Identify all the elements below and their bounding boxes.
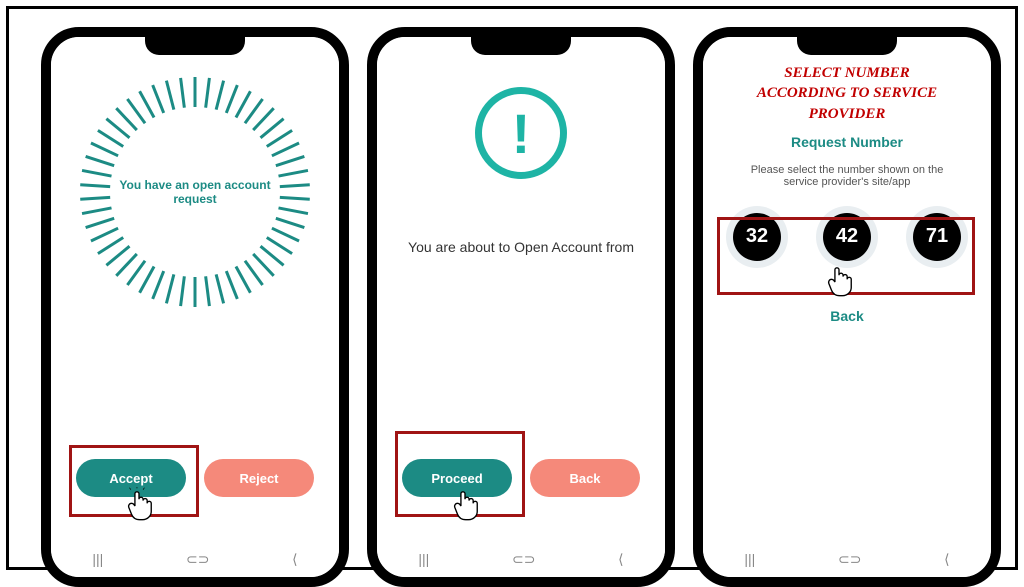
- nav-recent-icon[interactable]: |||: [744, 551, 755, 567]
- instruction-banner: SELECT NUMBER ACCORDING TO SERVICE PROVI…: [757, 63, 937, 124]
- nav-recent-icon[interactable]: |||: [418, 551, 429, 567]
- sunburst-ray: [85, 217, 114, 229]
- request-number-title: Request Number: [791, 134, 903, 150]
- android-nav-bar: ||| ⊂⊃ ⟨: [703, 547, 991, 571]
- sunburst-ray: [215, 274, 225, 304]
- sunburst-ray: [165, 80, 175, 110]
- sunburst-ray: [271, 142, 299, 157]
- phone-notch: [145, 37, 245, 55]
- outer-frame: KsaPoint KsaPoint KsaPoint KsaPoint KsaP…: [6, 6, 1018, 570]
- sunburst-ray: [194, 77, 197, 107]
- sunburst-ray: [278, 169, 308, 178]
- sunburst-ray: [85, 155, 114, 167]
- sunburst-ray: [82, 206, 112, 215]
- nav-home-icon[interactable]: ⊂⊃: [512, 551, 535, 568]
- sunburst-ray: [225, 270, 239, 299]
- sunburst-ray: [280, 183, 310, 188]
- android-nav-bar: ||| ⊂⊃ ⟨: [51, 547, 339, 571]
- request-message: You have an open account request: [105, 178, 285, 206]
- sunburst-ray: [151, 270, 165, 299]
- back-link[interactable]: Back: [830, 308, 863, 324]
- sunburst-ray: [179, 276, 186, 306]
- sunburst-ray: [151, 85, 165, 114]
- confirm-message: You are about to Open Account from: [408, 239, 634, 255]
- back-button[interactable]: Back: [530, 459, 640, 497]
- phone3-screen: SELECT NUMBER ACCORDING TO SERVICE PROVI…: [703, 37, 991, 577]
- sunburst-ray: [82, 169, 112, 178]
- sunburst-ray: [225, 85, 239, 114]
- nav-back-icon[interactable]: ⟨: [292, 551, 297, 568]
- sunburst-ray: [179, 78, 186, 108]
- sunburst-ray: [215, 80, 225, 110]
- nav-back-icon[interactable]: ⟨: [618, 551, 623, 568]
- sunburst-ray: [275, 155, 304, 167]
- phone1-screen: You have an open account request Accept …: [51, 37, 339, 577]
- reject-button[interactable]: Reject: [204, 459, 314, 497]
- nav-back-icon[interactable]: ⟨: [944, 551, 949, 568]
- highlight-box: [69, 445, 199, 517]
- highlight-box: [395, 431, 525, 517]
- sunburst-ray: [204, 78, 211, 108]
- nav-home-icon[interactable]: ⊂⊃: [186, 551, 209, 568]
- phone2-screen: ! You are about to Open Account from Pro…: [377, 37, 665, 577]
- nav-recent-icon[interactable]: |||: [92, 551, 103, 567]
- sunburst-ray: [90, 142, 118, 157]
- sunburst-ray: [275, 217, 304, 229]
- sunburst-ray: [278, 206, 308, 215]
- phone-mockup-1: You have an open account request Accept …: [41, 27, 349, 587]
- phone-mockup-2: ! You are about to Open Account from Pro…: [367, 27, 675, 587]
- sunburst-ray: [271, 227, 299, 242]
- request-number-description: Please select the number shown on the se…: [732, 164, 962, 188]
- nav-home-icon[interactable]: ⊂⊃: [838, 551, 861, 568]
- phone-mockup-3: SELECT NUMBER ACCORDING TO SERVICE PROVI…: [693, 27, 1001, 587]
- sunburst-ray: [80, 183, 110, 188]
- phone-notch: [471, 37, 571, 55]
- sunburst-ray: [204, 276, 211, 306]
- sunburst-ray: [165, 274, 175, 304]
- sunburst-ray: [138, 266, 155, 294]
- android-nav-bar: ||| ⊂⊃ ⟨: [377, 547, 665, 571]
- sunburst-ray: [194, 277, 197, 307]
- loading-sunburst: You have an open account request: [80, 77, 310, 307]
- highlight-box: [717, 217, 975, 295]
- phone-notch: [797, 37, 897, 55]
- alert-icon: !: [475, 87, 567, 179]
